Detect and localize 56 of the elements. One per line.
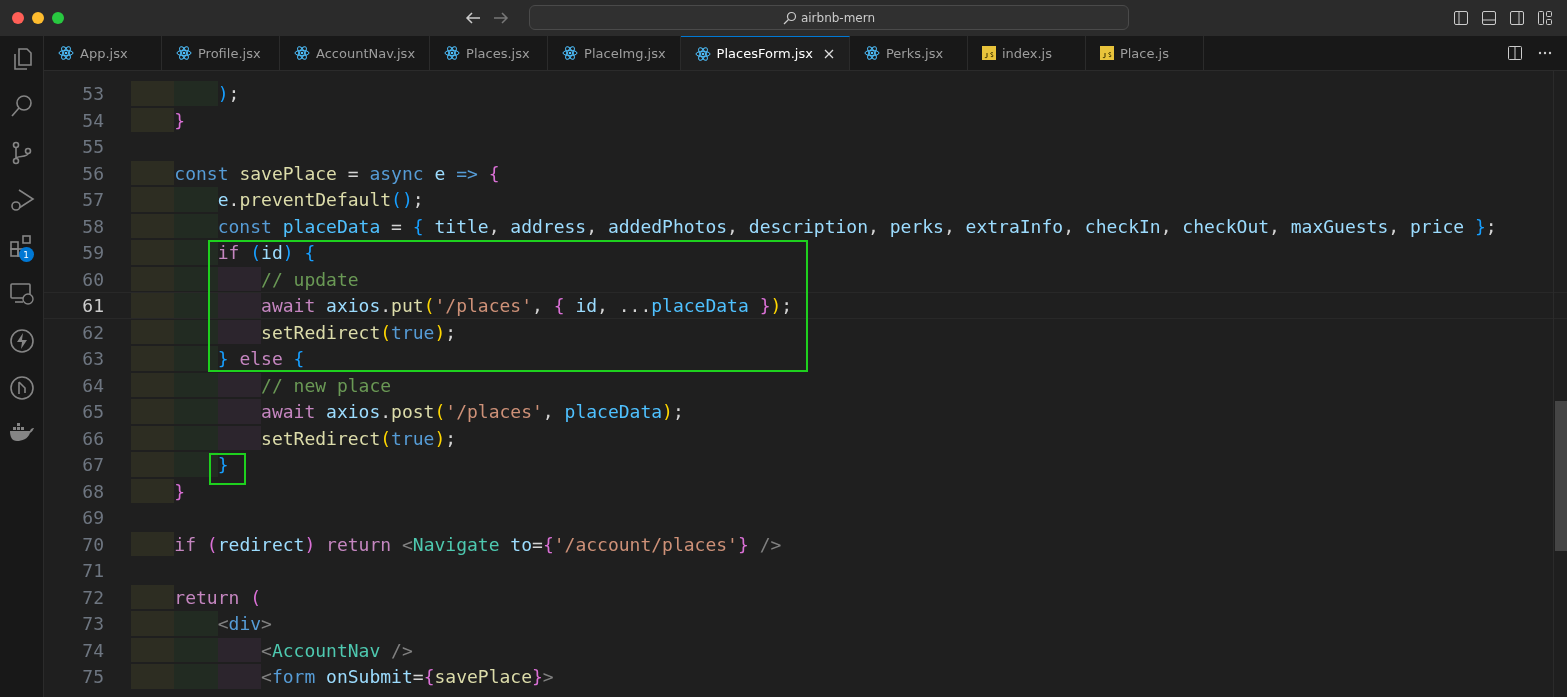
split-editor-icon[interactable]: [1507, 45, 1523, 61]
window-title: airbnb-mern: [800, 10, 876, 25]
highlight-frame: [209, 453, 246, 485]
line-number: 69: [81, 506, 105, 530]
line-number: 54: [81, 108, 105, 132]
react-file-icon: [863, 45, 880, 61]
line-number: 60: [81, 267, 105, 291]
remote-explorer-icon[interactable]: [8, 281, 35, 307]
command-center-search[interactable]: airbnb-mern: [529, 5, 1129, 30]
minimize-window-button[interactable]: [32, 11, 44, 24]
line-number: 55: [81, 135, 105, 159]
toggle-sidebar-icon[interactable]: [1453, 9, 1469, 26]
close-window-button[interactable]: [12, 11, 24, 24]
search-icon[interactable]: [8, 93, 35, 119]
line-number: 57: [81, 188, 105, 212]
react-file-icon: [444, 45, 461, 61]
react-file-icon: [294, 45, 310, 61]
whale-icon[interactable]: [8, 422, 35, 442]
line-number: 74: [81, 638, 105, 662]
lightning-icon[interactable]: [8, 328, 35, 354]
search-icon: [782, 10, 797, 25]
line-number: 70: [81, 532, 105, 556]
line-number: 71: [81, 559, 105, 583]
js-file-icon: [1099, 46, 1114, 60]
react-file-icon: [176, 45, 192, 61]
maximize-window-button[interactable]: [52, 11, 64, 24]
line-number: 61: [81, 294, 105, 318]
scrollbar-thumb[interactable]: [1555, 401, 1567, 551]
line-number: 58: [81, 214, 105, 238]
line-number: 59: [81, 241, 105, 265]
toggle-secondary-sidebar-icon[interactable]: [1509, 9, 1525, 26]
forward-arrow-icon[interactable]: [493, 10, 509, 25]
line-number: 75: [81, 665, 105, 689]
line-number: 72: [81, 585, 105, 609]
line-number: 62: [81, 320, 105, 344]
line-number: 63: [81, 347, 105, 371]
toggle-panel-icon[interactable]: [1481, 9, 1497, 26]
line-number: 68: [81, 479, 105, 503]
line-number: 64: [81, 373, 105, 397]
pull-request-icon[interactable]: [8, 375, 35, 401]
line-number: 67: [81, 453, 105, 477]
line-number: 53: [81, 82, 105, 106]
react-file-icon: [562, 45, 579, 61]
customize-layout-icon[interactable]: [1537, 9, 1553, 26]
line-number: 56: [81, 161, 105, 185]
line-number: 65: [81, 400, 105, 424]
close-icon[interactable]: [822, 47, 835, 60]
line-number: 73: [81, 612, 105, 636]
editor-tab[interactable]: PlacesForm.jsx: [680, 36, 850, 70]
run-debug-icon[interactable]: [8, 187, 35, 213]
notification-badge: 1: [18, 247, 34, 262]
react-file-icon: [58, 45, 74, 61]
js-file-icon: [981, 46, 996, 60]
line-number: 66: [81, 426, 105, 450]
react-file-icon: [694, 45, 711, 62]
back-arrow-icon[interactable]: [465, 10, 481, 25]
